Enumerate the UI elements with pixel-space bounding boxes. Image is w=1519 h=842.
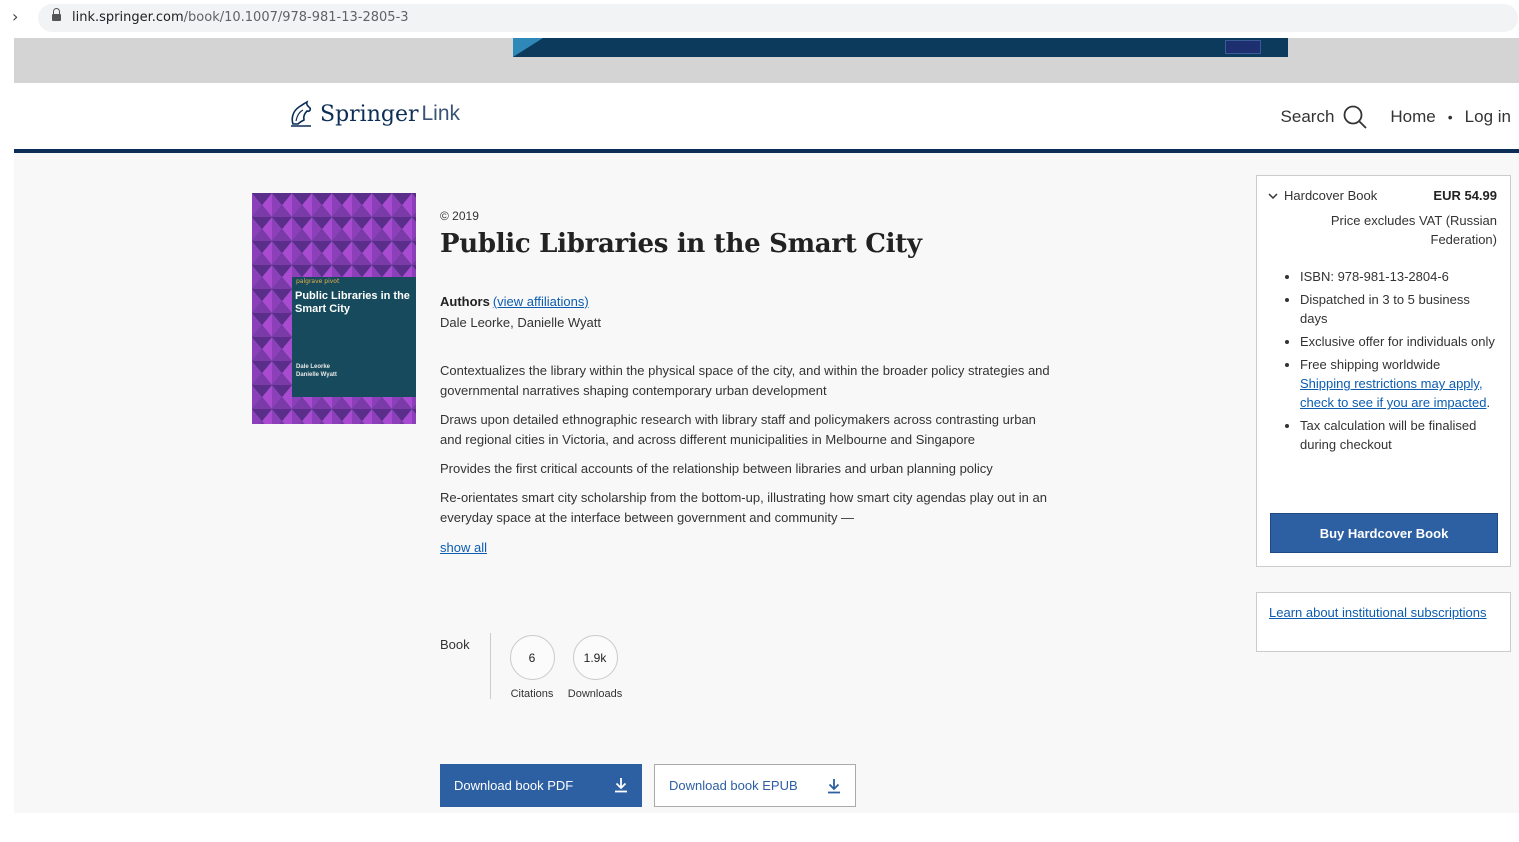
book-cover[interactable]: palgrave pivot Public Libraries in the S… (252, 193, 416, 424)
download-icon (615, 778, 627, 793)
shipping-restrictions-link[interactable]: Shipping restrictions may apply, check t… (1300, 376, 1486, 410)
url-host: link.springer.com (72, 10, 184, 25)
cover-series: palgrave pivot (296, 278, 340, 285)
buy-hardcover-button[interactable]: Buy Hardcover Book (1270, 513, 1498, 553)
tax-item: Tax calculation will be finalised during… (1300, 416, 1497, 454)
cover-authors: Dale Leorke Danielle Wyatt (296, 363, 337, 379)
shipping-item: Free shipping worldwide Shipping restric… (1300, 355, 1497, 412)
chevron-right-icon[interactable]: › (12, 7, 18, 26)
main-content: palgrave pivot Public Libraries in the S… (14, 153, 1519, 813)
book-highlights: Contextualizes the library within the ph… (440, 361, 1050, 528)
nav-separator: • (1447, 109, 1453, 125)
institutional-box: Learn about institutional subscriptions (1256, 592, 1511, 652)
format-toggle[interactable]: Hardcover Book EUR 54.99 (1267, 188, 1497, 203)
citations-metric[interactable]: 6 Citations (504, 635, 560, 700)
highlight-item: Re-orientates smart city scholarship fro… (440, 490, 1047, 525)
login-link[interactable]: Log in (1465, 107, 1511, 127)
home-link[interactable]: Home (1390, 107, 1435, 127)
offer-item: Exclusive offer for individuals only (1300, 332, 1497, 351)
ad-banner[interactable] (513, 38, 1288, 57)
copyright-year: © 2019 (440, 209, 479, 223)
url-path: /book/10.1007/978-981-13-2805-3 (183, 10, 409, 25)
url-text[interactable]: link.springer.com/book/10.1007/978-981-1… (72, 10, 409, 25)
download-epub-label: Download book EPUB (669, 778, 798, 793)
author-names: Dale Leorke, Danielle Wyatt (440, 315, 602, 330)
cover-author: Danielle Wyatt (296, 372, 337, 378)
downloads-metric[interactable]: 1.9k Downloads (567, 635, 623, 700)
book-title: Public Libraries in the Smart City (440, 229, 922, 259)
brand-suffix: Link (421, 102, 461, 125)
authors-heading: Authors (view affiliations) (440, 294, 1050, 309)
purchase-panel: Hardcover Book EUR 54.99 Price excludes … (1256, 175, 1511, 567)
institutional-subscriptions-link[interactable]: Learn about institutional subscriptions (1269, 605, 1487, 620)
browser-address-bar: › link.springer.com/book/10.1007/978-981… (0, 0, 1519, 38)
format-label: Hardcover Book (1284, 188, 1378, 203)
highlight-item: Contextualizes the library within the ph… (440, 363, 1050, 398)
highlight-item: Provides the first critical accounts of … (440, 461, 993, 476)
show-all-link[interactable]: show all (440, 540, 487, 555)
dispatch-item: Dispatched in 3 to 5 business days (1300, 290, 1497, 328)
view-affiliations-link[interactable]: (view affiliations) (493, 294, 589, 309)
shipping-text: Free shipping worldwide (1300, 357, 1441, 372)
content-type-label: Book (440, 637, 470, 652)
citations-count: 6 (509, 635, 555, 680)
book-details: © 2019 Public Libraries in the Smart Cit… (440, 209, 1050, 556)
springer-horse-icon (291, 100, 312, 127)
chevron-down-icon (1268, 193, 1278, 200)
price: EUR 54.99 (1433, 188, 1497, 203)
metrics-divider (490, 633, 491, 699)
download-pdf-button[interactable]: Download book PDF (440, 764, 642, 807)
search-icon[interactable] (1342, 104, 1368, 130)
authors-label: Authors (440, 294, 490, 309)
banner-accent (513, 38, 543, 57)
citations-label: Citations (510, 688, 554, 700)
lock-icon[interactable] (52, 8, 61, 23)
brand-name: Springer (320, 101, 419, 127)
ad-band (14, 38, 1519, 83)
download-pdf-label: Download book PDF (454, 778, 574, 793)
downloads-count: 1.9k (572, 635, 618, 680)
download-epub-button[interactable]: Download book EPUB (654, 764, 856, 807)
springerlink-logo[interactable]: Springer Link (288, 100, 460, 128)
cover-title: Public Libraries in the Smart City (295, 290, 410, 315)
downloads-label: Downloads (567, 688, 623, 700)
cover-author: Dale Leorke (296, 364, 331, 370)
header-nav: Search Home • Log in (1281, 104, 1511, 130)
highlight-item: Draws upon detailed ethnographic researc… (440, 412, 1036, 447)
purchase-details: ISBN: 978-981-13-2804-6 Dispatched in 3 … (1285, 267, 1497, 458)
isbn-item: ISBN: 978-981-13-2804-6 (1300, 267, 1497, 286)
shipping-link-suffix: . (1486, 395, 1491, 410)
search-link[interactable]: Search (1281, 107, 1335, 127)
site-header: Springer Link Search Home • Log in (14, 83, 1519, 153)
banner-logo (1225, 40, 1261, 54)
vat-note: Price excludes VAT (Russian Federation) (1330, 213, 1497, 247)
download-icon (828, 779, 840, 794)
